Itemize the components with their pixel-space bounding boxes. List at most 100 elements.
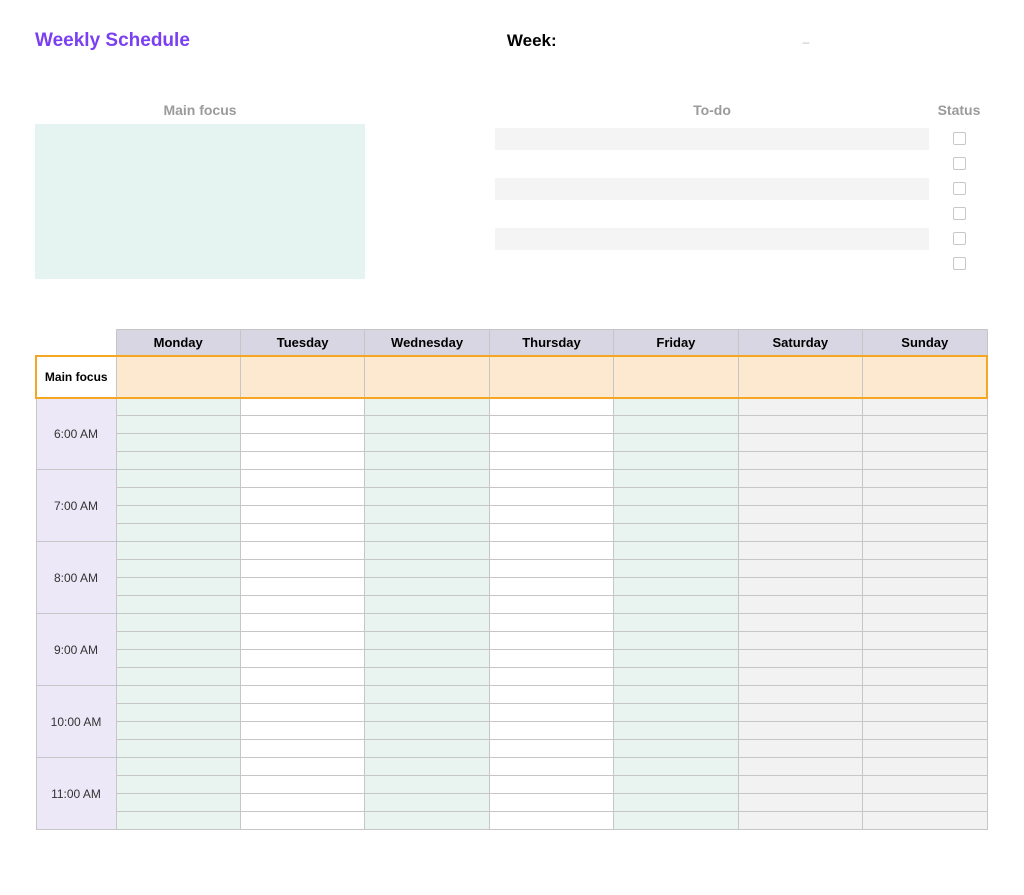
status-checkbox[interactable]: [953, 132, 966, 145]
schedule-cell[interactable]: [116, 578, 240, 596]
schedule-cell[interactable]: [863, 722, 987, 740]
schedule-cell[interactable]: [863, 398, 987, 416]
schedule-cell[interactable]: [738, 668, 862, 686]
schedule-cell[interactable]: [738, 758, 862, 776]
schedule-cell[interactable]: [116, 686, 240, 704]
schedule-cell[interactable]: [240, 758, 364, 776]
schedule-cell[interactable]: [614, 470, 738, 488]
schedule-cell[interactable]: [738, 416, 862, 434]
schedule-cell[interactable]: [614, 740, 738, 758]
schedule-cell[interactable]: [614, 614, 738, 632]
schedule-cell[interactable]: [614, 632, 738, 650]
schedule-cell[interactable]: [863, 740, 987, 758]
schedule-cell[interactable]: [489, 506, 613, 524]
schedule-cell[interactable]: [365, 542, 489, 560]
schedule-cell[interactable]: [863, 488, 987, 506]
schedule-cell[interactable]: [240, 794, 364, 812]
schedule-cell[interactable]: [614, 776, 738, 794]
schedule-cell[interactable]: [240, 506, 364, 524]
schedule-cell[interactable]: [738, 722, 862, 740]
schedule-cell[interactable]: [614, 812, 738, 830]
schedule-cell[interactable]: [738, 434, 862, 452]
schedule-cell[interactable]: [489, 794, 613, 812]
schedule-cell[interactable]: [489, 488, 613, 506]
schedule-cell[interactable]: [365, 794, 489, 812]
schedule-cell[interactable]: [614, 398, 738, 416]
schedule-cell[interactable]: [365, 434, 489, 452]
schedule-cell[interactable]: [365, 488, 489, 506]
schedule-cell[interactable]: [614, 524, 738, 542]
schedule-cell[interactable]: [863, 596, 987, 614]
schedule-cell[interactable]: [614, 668, 738, 686]
schedule-cell[interactable]: [738, 650, 862, 668]
schedule-cell[interactable]: [240, 470, 364, 488]
schedule-cell[interactable]: [365, 470, 489, 488]
schedule-cell[interactable]: [240, 524, 364, 542]
schedule-cell[interactable]: [365, 812, 489, 830]
schedule-cell[interactable]: [116, 434, 240, 452]
schedule-cell[interactable]: [365, 524, 489, 542]
schedule-cell[interactable]: [116, 722, 240, 740]
schedule-cell[interactable]: [365, 704, 489, 722]
schedule-cell[interactable]: [489, 434, 613, 452]
schedule-cell[interactable]: [738, 794, 862, 812]
schedule-cell[interactable]: [738, 488, 862, 506]
schedule-cell[interactable]: [738, 542, 862, 560]
schedule-cell[interactable]: [863, 452, 987, 470]
schedule-cell[interactable]: [738, 560, 862, 578]
schedule-cell[interactable]: [489, 722, 613, 740]
schedule-cell[interactable]: [489, 542, 613, 560]
schedule-cell[interactable]: [365, 722, 489, 740]
schedule-cell[interactable]: [863, 470, 987, 488]
schedule-cell[interactable]: [489, 596, 613, 614]
schedule-cell[interactable]: [489, 614, 613, 632]
schedule-cell[interactable]: [240, 632, 364, 650]
main-focus-cell[interactable]: [116, 356, 240, 398]
schedule-cell[interactable]: [489, 578, 613, 596]
schedule-cell[interactable]: [614, 704, 738, 722]
schedule-cell[interactable]: [614, 488, 738, 506]
schedule-cell[interactable]: [863, 812, 987, 830]
schedule-cell[interactable]: [489, 812, 613, 830]
schedule-cell[interactable]: [489, 668, 613, 686]
schedule-cell[interactable]: [863, 758, 987, 776]
schedule-cell[interactable]: [116, 542, 240, 560]
schedule-cell[interactable]: [240, 722, 364, 740]
schedule-cell[interactable]: [240, 488, 364, 506]
schedule-cell[interactable]: [116, 560, 240, 578]
schedule-cell[interactable]: [614, 434, 738, 452]
schedule-cell[interactable]: [489, 398, 613, 416]
schedule-cell[interactable]: [489, 686, 613, 704]
schedule-cell[interactable]: [240, 542, 364, 560]
schedule-cell[interactable]: [240, 686, 364, 704]
todo-text-input[interactable]: [495, 253, 929, 275]
schedule-cell[interactable]: [240, 560, 364, 578]
schedule-cell[interactable]: [738, 578, 862, 596]
schedule-cell[interactable]: [489, 758, 613, 776]
schedule-cell[interactable]: [365, 650, 489, 668]
schedule-cell[interactable]: [863, 704, 987, 722]
main-focus-cell[interactable]: [614, 356, 738, 398]
schedule-cell[interactable]: [240, 416, 364, 434]
schedule-cell[interactable]: [116, 650, 240, 668]
schedule-cell[interactable]: [738, 452, 862, 470]
schedule-cell[interactable]: [240, 704, 364, 722]
schedule-cell[interactable]: [365, 578, 489, 596]
schedule-cell[interactable]: [116, 470, 240, 488]
schedule-cell[interactable]: [863, 776, 987, 794]
schedule-cell[interactable]: [489, 650, 613, 668]
status-checkbox[interactable]: [953, 257, 966, 270]
schedule-cell[interactable]: [116, 506, 240, 524]
schedule-cell[interactable]: [489, 632, 613, 650]
schedule-cell[interactable]: [863, 434, 987, 452]
schedule-cell[interactable]: [116, 776, 240, 794]
schedule-cell[interactable]: [738, 470, 862, 488]
todo-text-input[interactable]: [495, 128, 929, 150]
schedule-cell[interactable]: [614, 650, 738, 668]
todo-text-input[interactable]: [495, 203, 929, 225]
schedule-cell[interactable]: [863, 650, 987, 668]
schedule-cell[interactable]: [365, 398, 489, 416]
schedule-cell[interactable]: [863, 524, 987, 542]
schedule-cell[interactable]: [240, 434, 364, 452]
schedule-cell[interactable]: [116, 758, 240, 776]
